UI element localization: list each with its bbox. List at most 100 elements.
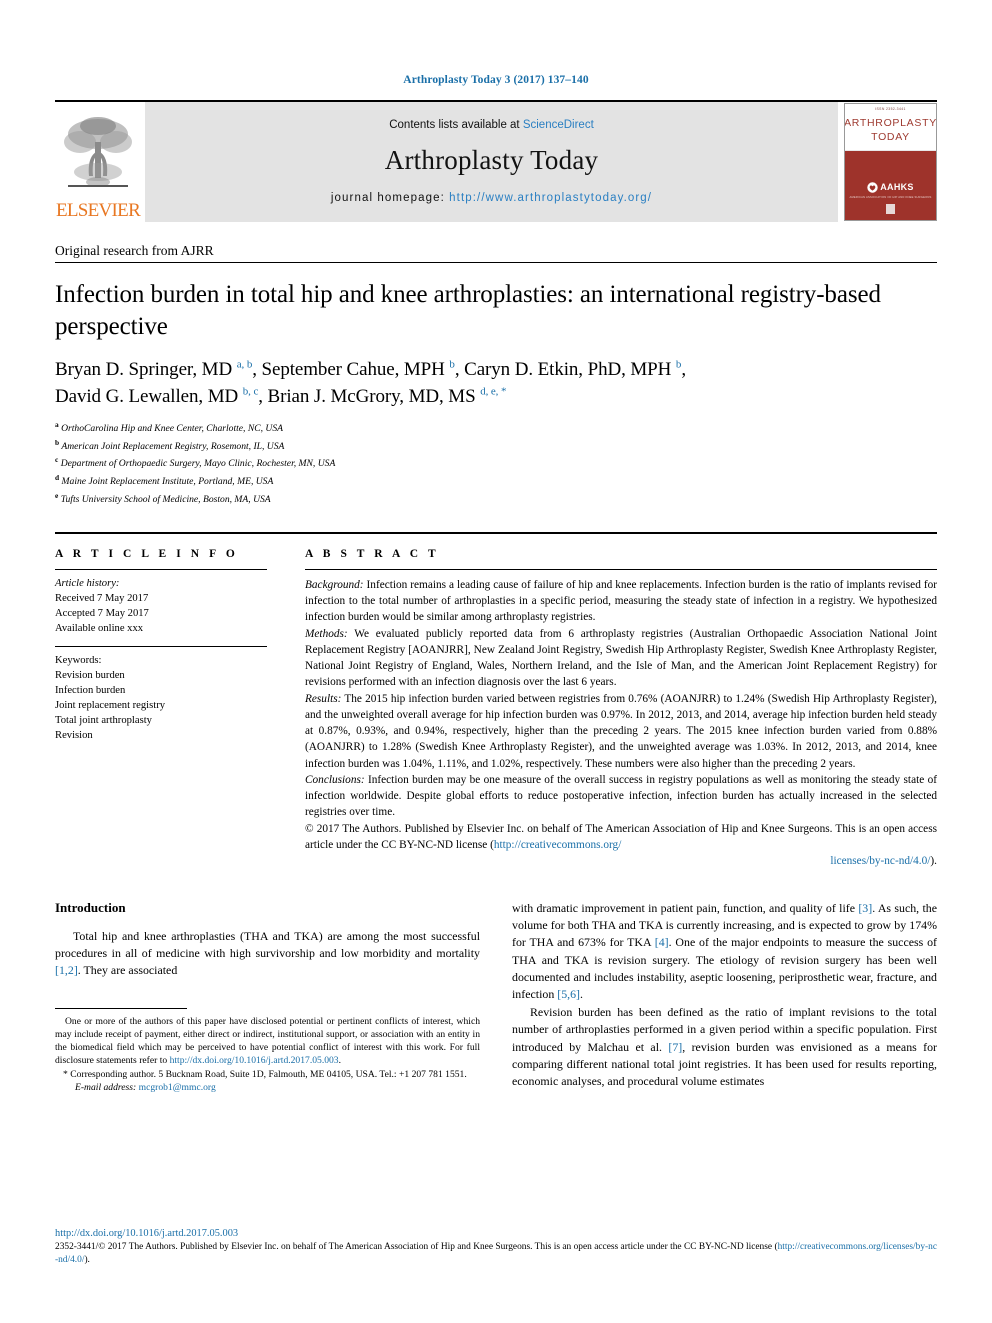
methods-label: Methods: bbox=[305, 627, 348, 640]
article-body: Introduction Total hip and knee arthropl… bbox=[55, 900, 937, 1095]
corresponding-author-footnote: * Corresponding author. 5 Bucknam Road, … bbox=[63, 1068, 467, 1080]
citation-ref-1-2[interactable]: [1,2] bbox=[55, 963, 78, 977]
article-info-heading: A R T I C L E I N F O bbox=[55, 547, 239, 560]
elsevier-logo: ELSEVIER bbox=[55, 102, 141, 222]
affil-marker: d, e, * bbox=[480, 385, 507, 398]
footer-text-b: ). bbox=[84, 1255, 90, 1266]
aahks-sublabel: AMERICAN ASSOCIATION OF HIP AND KNEE SUR… bbox=[849, 195, 932, 199]
cover-issn: ISSN 2352-3441 bbox=[875, 107, 906, 111]
disclosure-doi-link[interactable]: http://dx.doi.org/10.1016/j.artd.2017.05… bbox=[170, 1055, 339, 1066]
background-text: Infection remains a leading cause of fai… bbox=[305, 578, 937, 624]
results-text: The 2015 hip infection burden varied bet… bbox=[305, 692, 937, 770]
affiliation-item: b American Joint Replacement Registry, R… bbox=[55, 437, 937, 455]
footer-license-text: 2352-3441/© 2017 The Authors. Published … bbox=[55, 1241, 937, 1268]
affiliation-item: e Tufts University School of Medicine, B… bbox=[55, 490, 937, 508]
abstract-section: A R T I C L E I N F O Article history: R… bbox=[55, 531, 937, 870]
journal-article-page: Arthroplasty Today 3 (2017) 137–140 ELSE… bbox=[0, 0, 992, 1323]
citation-ref-5-6[interactable]: [5,6] bbox=[557, 987, 580, 1001]
keyword-item: Joint replacement registry bbox=[55, 699, 166, 711]
cc-license-link-part1[interactable]: http://creativecommons.org/ bbox=[494, 839, 621, 851]
affiliation-marker: e bbox=[55, 491, 59, 500]
cc-license-tail-wrap: licenses/by-nc-nd/4.0/). bbox=[305, 853, 937, 869]
disclosure-tail: . bbox=[338, 1055, 342, 1067]
affiliation-marker: a bbox=[55, 419, 59, 429]
aahks-logo: AAHKS bbox=[867, 181, 914, 193]
author-list: Bryan D. Springer, MD a, b, September Ca… bbox=[55, 358, 686, 407]
cover-body: AAHKS AMERICAN ASSOCIATION OF HIP AND KN… bbox=[845, 151, 936, 220]
introduction-heading: Introduction bbox=[55, 899, 126, 915]
cover-title-line2: TODAY bbox=[871, 130, 910, 143]
abstract-copyright: © 2017 The Authors. Published by Elsevie… bbox=[305, 821, 937, 870]
abstract-background: Background: Infection remains a leading … bbox=[305, 577, 937, 626]
footnote-rule bbox=[55, 1007, 187, 1009]
elsevier-tree-icon bbox=[64, 117, 132, 187]
journal-homepage-line: journal homepage: http://www.arthroplast… bbox=[331, 192, 652, 204]
cover-publisher-mark bbox=[886, 204, 895, 214]
footer-text-a: 2352-3441/© 2017 The Authors. Published … bbox=[55, 1242, 778, 1252]
keywords-group: Keywords: Revision burden Infection burd… bbox=[55, 647, 267, 743]
abstract-column: A B S T R A C T Background: Infection re… bbox=[285, 548, 937, 870]
abstract-conclusions: Conclusions: Infection burden may be one… bbox=[305, 772, 937, 821]
abstract-heading: A B S T R A C T bbox=[305, 547, 440, 560]
disclosure-footnote: One or more of the authors of this paper… bbox=[55, 1015, 480, 1068]
affiliation-item: d Maine Joint Replacement Institute, Por… bbox=[55, 472, 937, 490]
conclusions-label: Conclusions: bbox=[305, 773, 365, 786]
running-head: Arthroplasty Today 3 (2017) 137–140 bbox=[403, 74, 589, 86]
keyword-item: Infection burden bbox=[55, 684, 126, 696]
cc-license-link-part2[interactable]: licenses/by-nc-nd/4.0/ bbox=[830, 855, 930, 867]
citation-ref-3[interactable]: [3] bbox=[858, 901, 872, 915]
intro-p1-cont-a: with dramatic improvement in patient pai… bbox=[512, 900, 859, 915]
affiliation-text: Department of Orthopaedic Surgery, Mayo … bbox=[60, 458, 336, 470]
contents-available-line: Contents lists available at ScienceDirec… bbox=[389, 119, 594, 131]
citation-ref-4[interactable]: [4] bbox=[655, 935, 669, 949]
affiliation-text: OrthoCarolina Hip and Knee Center, Charl… bbox=[61, 423, 284, 435]
affiliation-marker: d bbox=[55, 473, 60, 483]
conclusions-text: Infection burden may be one measure of t… bbox=[305, 773, 937, 819]
footnote-block: One or more of the authors of this paper… bbox=[55, 1015, 480, 1094]
affiliation-marker: c bbox=[55, 455, 59, 465]
article-info-column: A R T I C L E I N F O Article history: R… bbox=[55, 548, 285, 870]
affiliation-item: c Department of Orthopaedic Surgery, May… bbox=[55, 454, 937, 472]
homepage-url-link[interactable]: http://www.arthroplastytoday.org/ bbox=[449, 192, 652, 204]
email-footnote: E-mail address: mcgrob1@mmc.org bbox=[55, 1081, 480, 1094]
article-section-label: Original research from AJRR bbox=[55, 243, 214, 258]
affiliation-text: Tufts University School of Medicine, Bos… bbox=[60, 494, 271, 506]
intro-paragraph-2: Revision burden has been defined as the … bbox=[512, 1004, 937, 1091]
sciencedirect-link[interactable]: ScienceDirect bbox=[523, 119, 594, 131]
citation-ref-7[interactable]: [7] bbox=[668, 1040, 682, 1054]
body-column-left: Introduction Total hip and knee arthropl… bbox=[55, 900, 480, 1095]
email-label: E-mail address: bbox=[75, 1081, 137, 1093]
affiliation-text: Maine Joint Replacement Institute, Portl… bbox=[61, 476, 274, 488]
journal-cover-thumbnail: ISSN 2352-3441 ARTHROPLASTY TODAY AAHKS … bbox=[844, 103, 937, 221]
journal-masthead: ELSEVIER Contents lists available at Sci… bbox=[55, 100, 937, 222]
abstract-methods: Methods: We evaluated publicly reported … bbox=[305, 626, 937, 691]
results-label: Results: bbox=[305, 692, 342, 705]
intro-paragraph-1-right: with dramatic improvement in patient pai… bbox=[512, 900, 937, 1004]
keyword-item: Revision burden bbox=[55, 669, 125, 681]
affiliation-item: a OrthoCarolina Hip and Knee Center, Cha… bbox=[55, 419, 937, 437]
article-history-group: Article history: Received 7 May 2017 Acc… bbox=[55, 570, 267, 646]
body-column-right: with dramatic improvement in patient pai… bbox=[512, 900, 937, 1095]
keyword-item: Total joint arthroplasty bbox=[55, 715, 152, 727]
article-history-label: Article history: bbox=[55, 577, 120, 589]
elsevier-wordmark: ELSEVIER bbox=[55, 200, 141, 221]
received-date: Received 7 May 2017 bbox=[55, 592, 149, 604]
keyword-item: Revision bbox=[55, 730, 93, 742]
journal-band: Contents lists available at ScienceDirec… bbox=[145, 102, 838, 222]
affiliation-list: a OrthoCarolina Hip and Knee Center, Cha… bbox=[55, 419, 937, 508]
affiliation-marker: b bbox=[55, 437, 60, 447]
cover-title-line1: ARTHROPLASTY bbox=[844, 117, 937, 130]
keywords-label: Keywords: bbox=[55, 654, 102, 666]
affiliation-text: American Joint Replacement Registry, Ros… bbox=[61, 440, 285, 452]
author-email-link[interactable]: mcgrob1@mmc.org bbox=[139, 1082, 216, 1093]
article-doi-link[interactable]: http://dx.doi.org/10.1016/j.artd.2017.05… bbox=[55, 1228, 937, 1239]
affil-marker: b, c bbox=[242, 385, 259, 398]
intro-p1-text-b: . They are associated bbox=[77, 963, 178, 978]
background-label: Background: bbox=[305, 578, 364, 591]
copyright-tail: ). bbox=[930, 855, 937, 868]
contents-prefix: Contents lists available at bbox=[389, 118, 523, 131]
page-title: Infection burden in total hip and knee a… bbox=[55, 281, 881, 340]
methods-text: We evaluated publicly reported data from… bbox=[305, 627, 937, 689]
accepted-date: Accepted 7 May 2017 bbox=[55, 607, 149, 619]
available-online: Available online xxx bbox=[55, 622, 144, 634]
